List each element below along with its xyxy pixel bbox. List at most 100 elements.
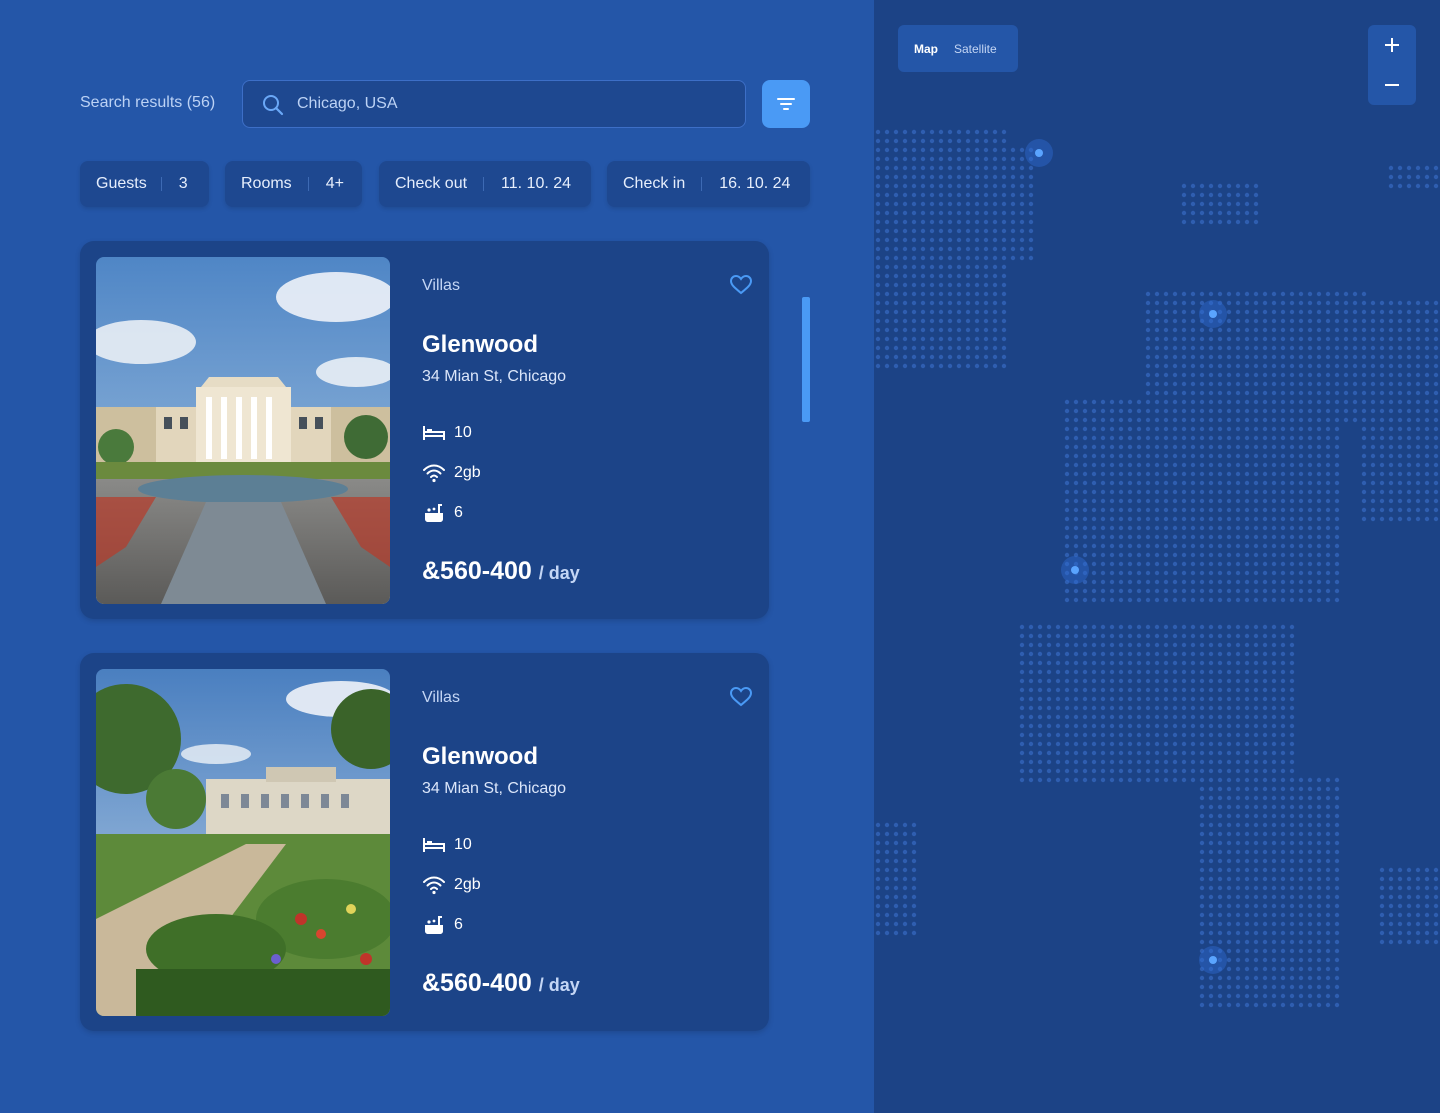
map-dot [1289,435,1295,441]
map-dot [884,219,890,225]
map-dot [1109,561,1115,567]
map-dot [1154,642,1160,648]
map-dot [1334,786,1340,792]
rooms-chip[interactable]: Rooms 4+ [225,161,362,207]
map-dot [992,129,998,135]
map-dot [1172,417,1178,423]
map-dot [1397,345,1403,351]
map-dot [1406,885,1412,891]
listing-card[interactable]: Villas Glenwood 34 Mian St, Chicago 10 2… [80,241,769,619]
map-dot [1244,489,1250,495]
map-dot [1235,894,1241,900]
map-dot [1163,759,1169,765]
map-dot [983,147,989,153]
map-dot [1235,327,1241,333]
map-dot [884,273,890,279]
map-dot [1208,894,1214,900]
map-dot [992,309,998,315]
guests-chip[interactable]: Guests 3 [80,161,209,207]
map-dot [1262,435,1268,441]
map-dot [1316,444,1322,450]
map-dot [1046,678,1052,684]
map-dot [1109,624,1115,630]
map-dot [1136,570,1142,576]
map-dot [1262,588,1268,594]
map-dot [1163,480,1169,486]
map-dot [1199,192,1205,198]
map-dot [929,219,935,225]
map-dot [1325,516,1331,522]
map-dot [929,228,935,234]
map-dot [1208,930,1214,936]
map-dot [1109,444,1115,450]
check-out-chip[interactable]: Check out 11. 10. 24 [379,161,591,207]
filter-button[interactable] [762,80,810,128]
map-dot [1307,318,1313,324]
map-dot [1334,903,1340,909]
map-dot [1235,309,1241,315]
map-dot [1199,939,1205,945]
map-dot [1190,399,1196,405]
map-location-pin[interactable] [1025,139,1053,167]
search-input[interactable] [297,81,727,127]
map-dot [1325,399,1331,405]
map-location-pin[interactable] [1199,946,1227,974]
map-dot [1199,327,1205,333]
map-dot [1406,372,1412,378]
heart-icon[interactable] [730,687,752,707]
map-dot [1289,795,1295,801]
map-panel[interactable]: Map Satellite [874,0,1440,1113]
map-dot [1019,192,1025,198]
map-mode-option[interactable]: Map [898,42,946,56]
scrollbar-thumb[interactable] [802,297,810,422]
map-dot [1253,813,1259,819]
map-dot [1091,642,1097,648]
map-dot [902,156,908,162]
map-dot [1415,930,1421,936]
map-dot [893,210,899,216]
map-dot [1217,597,1223,603]
map-dot [1118,552,1124,558]
map-dot [1001,300,1007,306]
zoom-out-button[interactable] [1368,65,1416,105]
map-dot [1001,156,1007,162]
listing-card[interactable]: Villas Glenwood 34 Mian St, Chicago 10 2… [80,653,769,1031]
search-box[interactable] [242,80,746,128]
map-dot [1244,417,1250,423]
zoom-in-button[interactable] [1368,25,1416,65]
map-dot [893,354,899,360]
map-dot [1352,336,1358,342]
map-dot [1064,696,1070,702]
map-location-pin[interactable] [1061,556,1089,584]
map-dot [1190,741,1196,747]
check-in-chip[interactable]: Check in 16. 10. 24 [607,161,810,207]
map-dot [1073,444,1079,450]
map-dot [1154,309,1160,315]
map-dot [1406,903,1412,909]
map-dot [1091,759,1097,765]
map-dot [1397,912,1403,918]
heart-icon[interactable] [730,275,752,295]
map-dot [1271,849,1277,855]
map-dot [1244,399,1250,405]
map-dot [1316,300,1322,306]
map-dot [1415,489,1421,495]
map-dot [1208,651,1214,657]
map-dot [983,309,989,315]
map-dot [1253,471,1259,477]
map-location-pin[interactable] [1199,300,1227,328]
satellite-mode-option[interactable]: Satellite [946,42,1005,56]
map-dot [1280,426,1286,432]
map-dot [1271,561,1277,567]
map-dot [1388,912,1394,918]
map-dot [1028,246,1034,252]
map-dot [911,318,917,324]
map-dot [1082,507,1088,513]
map-dot [1136,453,1142,459]
map-dot [902,858,908,864]
map-dot [1280,912,1286,918]
map-dot [1118,489,1124,495]
map-dot [983,273,989,279]
map-dot [1406,516,1412,522]
baths-count: 6 [454,916,463,933]
